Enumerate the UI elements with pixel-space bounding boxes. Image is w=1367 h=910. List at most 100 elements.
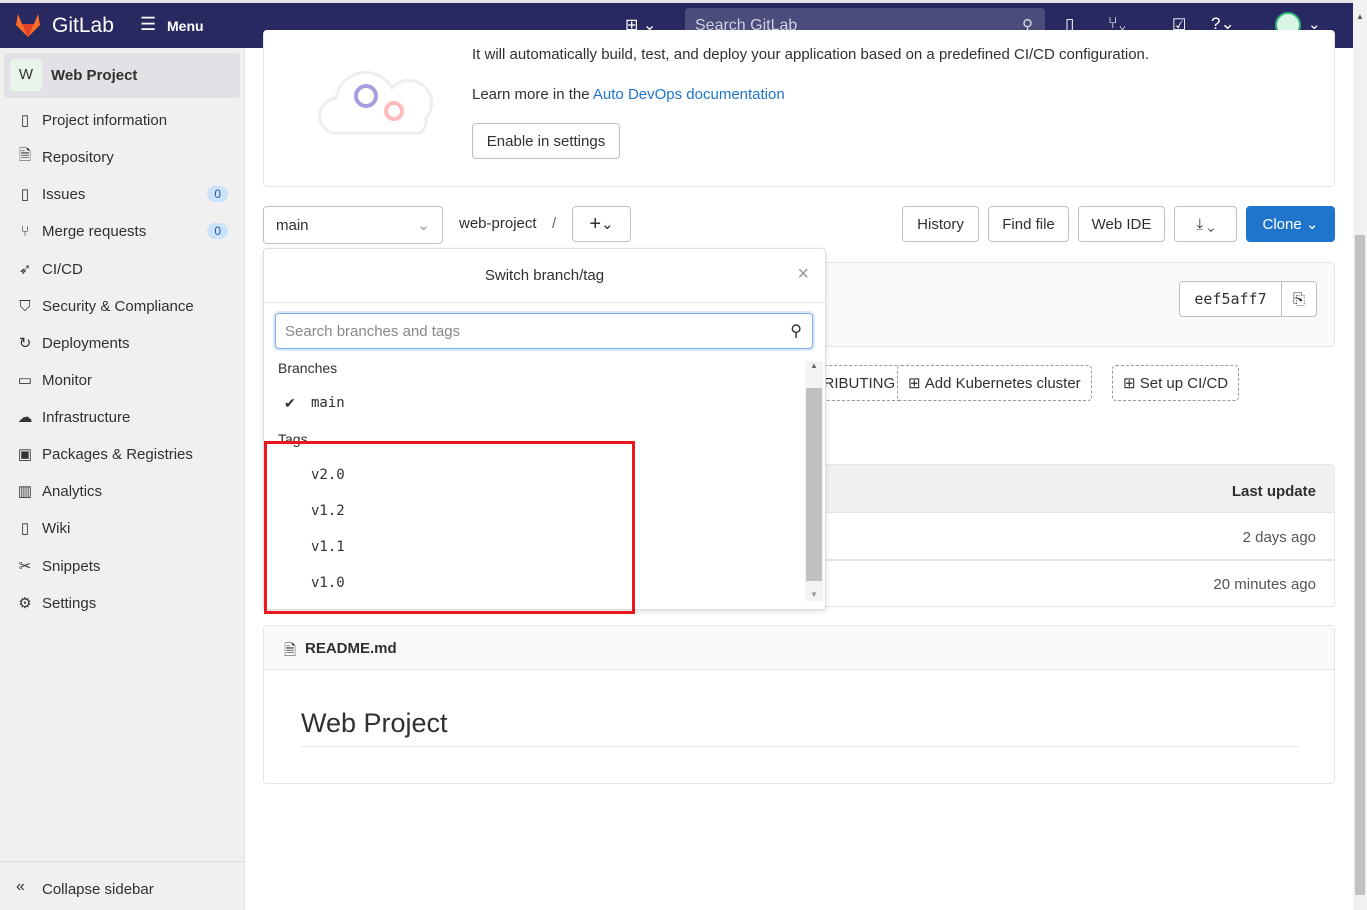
sidebar-item-label: Settings bbox=[42, 594, 97, 612]
branches-header: Branches bbox=[278, 360, 338, 376]
dropdown-scrollbar[interactable]: ▲ ▼ bbox=[805, 361, 823, 601]
autodevops-banner: It will automatically build, test, and d… bbox=[263, 30, 1335, 187]
rocket-icon: ➶ bbox=[18, 261, 32, 278]
sidebar-item-settings[interactable]: ⚙ Settings bbox=[0, 586, 245, 620]
table-row-date: 20 minutes ago bbox=[1213, 576, 1316, 593]
commit-sha[interactable]: eef5aff7 bbox=[1179, 281, 1282, 317]
page-scrollbar[interactable]: ▲ bbox=[1353, 0, 1367, 910]
scroll-down-icon[interactable]: ▼ bbox=[810, 590, 818, 599]
sidebar-item-ci-cd[interactable]: ➶ CI/CD bbox=[0, 252, 245, 286]
package-icon: ▣ bbox=[17, 446, 33, 463]
hamburger-icon[interactable]: ☰ bbox=[140, 14, 156, 35]
autodevops-docs-link[interactable]: Auto DevOps documentation bbox=[593, 86, 785, 103]
history-button[interactable]: History bbox=[902, 206, 979, 242]
sidebar-item-merge-requests[interactable]: ⑂ Merge requests 0 bbox=[0, 214, 245, 248]
sidebar-item-label: Wiki bbox=[42, 519, 71, 537]
branch-selector[interactable]: main ⌄ bbox=[263, 206, 443, 244]
readme-card: 🗎 README.md Web Project bbox=[263, 625, 1335, 784]
sidebar-item-label: Deployments bbox=[42, 334, 130, 352]
autodevops-text: It will automatically build, test, and d… bbox=[472, 46, 1150, 63]
branch-search-input[interactable]: Search branches and tags ⚲ bbox=[275, 313, 813, 349]
sidebar-item-label: Security & Compliance bbox=[42, 297, 194, 315]
setup-cicd-button[interactable]: ⊞ Set up CI/CD bbox=[1112, 365, 1240, 401]
table-row-date: 2 days ago bbox=[1242, 529, 1316, 546]
sidebar-item-label: Infrastructure bbox=[42, 408, 131, 426]
sidebar-item-label: Monitor bbox=[42, 371, 93, 389]
clone-dropdown[interactable]: Clone ⌄ bbox=[1246, 206, 1335, 242]
cicd-label: Set up CI/CD bbox=[1139, 374, 1229, 392]
enable-in-settings-button[interactable]: Enable in settings bbox=[472, 123, 620, 159]
close-icon[interactable]: × bbox=[797, 263, 809, 286]
file-icon: 🗎 bbox=[284, 642, 297, 659]
last-update-header: Last update bbox=[1231, 483, 1316, 500]
learn-more-text: Learn more in the Auto DevOps documentat… bbox=[472, 86, 785, 103]
plus-icon: + bbox=[589, 212, 602, 235]
menu-button[interactable]: Menu bbox=[167, 18, 204, 34]
sidebar-item-snippets[interactable]: ✂ Snippets bbox=[0, 549, 245, 583]
sidebar-item-infrastructure[interactable]: ☁ Infrastructure bbox=[0, 400, 245, 434]
plus-square-icon: ⊞ bbox=[908, 375, 925, 392]
sidebar-item-security-compliance[interactable]: ⛉ Security & Compliance bbox=[0, 289, 245, 323]
kubernetes-label: Add Kubernetes cluster bbox=[924, 374, 1081, 392]
readme-filename[interactable]: README.md bbox=[305, 640, 397, 657]
sidebar-project-header[interactable]: W Web Project bbox=[4, 53, 240, 98]
chart-icon: ▥ bbox=[17, 483, 33, 500]
web-ide-button[interactable]: Web IDE bbox=[1078, 206, 1165, 242]
sidebar-item-wiki[interactable]: ▯ Wiki bbox=[0, 511, 245, 545]
download-dropdown[interactable]: ⤓ ⌄ bbox=[1174, 206, 1237, 242]
sidebar-item-issues[interactable]: ▯ Issues 0 bbox=[0, 177, 245, 211]
clone-label: Clone bbox=[1262, 215, 1302, 233]
learn-more-prefix: Learn more in the bbox=[472, 86, 593, 103]
sidebar-item-packages-registries[interactable]: ▣ Packages & Registries bbox=[0, 437, 245, 471]
sidebar-item-label: Analytics bbox=[42, 482, 103, 500]
dropdown-title: Switch branch/tag bbox=[484, 267, 605, 284]
count-badge: 0 bbox=[207, 223, 228, 239]
scroll-up-icon[interactable]: ▲ bbox=[1356, 12, 1364, 21]
branch-selector-value: main bbox=[276, 216, 309, 234]
repo-path-link[interactable]: web-project bbox=[459, 215, 537, 232]
project-avatar: W bbox=[10, 59, 42, 91]
collapse-sidebar-button[interactable]: « Collapse sidebar bbox=[0, 861, 245, 910]
monitor-icon: ▭ bbox=[17, 372, 33, 389]
merge-request-icon: ⑂ bbox=[20, 222, 30, 240]
clipboard-icon: ⎘ bbox=[1292, 290, 1305, 308]
sidebar: W Web Project ▯ Project information 🗎 Repos… bbox=[0, 48, 245, 910]
sidebar-item-monitor[interactable]: ▭ Monitor bbox=[0, 363, 245, 397]
sidebar-item-label: Packages & Registries bbox=[42, 445, 193, 463]
scrollbar-thumb[interactable] bbox=[806, 388, 822, 581]
sidebar-item-label: Merge requests bbox=[42, 222, 147, 240]
chevron-down-icon: ⌄ bbox=[1305, 216, 1319, 233]
highlight-box bbox=[264, 441, 635, 614]
count-badge: 0 bbox=[207, 186, 228, 202]
find-file-button[interactable]: Find file bbox=[988, 206, 1069, 242]
deployments-icon: ↻ bbox=[18, 335, 32, 352]
sidebar-item-project-information[interactable]: ▯ Project information bbox=[0, 103, 245, 137]
scrollbar-thumb[interactable] bbox=[1355, 235, 1365, 895]
readme-title: Web Project bbox=[301, 708, 448, 738]
project-name: Web Project bbox=[51, 67, 138, 84]
search-icon: ⚲ bbox=[790, 323, 802, 340]
sidebar-item-deployments[interactable]: ↻ Deployments bbox=[0, 326, 245, 360]
path-separator: / bbox=[552, 215, 557, 232]
scroll-up-icon[interactable]: ▲ bbox=[810, 361, 818, 370]
info-doc-icon: ▯ bbox=[20, 112, 30, 129]
sidebar-item-label: Issues bbox=[42, 185, 86, 203]
sidebar-item-analytics[interactable]: ▥ Analytics bbox=[0, 474, 245, 508]
copy-sha-button[interactable]: ⎘ bbox=[1281, 281, 1317, 317]
add-kubernetes-cluster-button[interactable]: ⊞ Add Kubernetes cluster bbox=[897, 365, 1092, 401]
cloud-gears-illustration bbox=[318, 70, 434, 135]
shield-icon: ⛉ bbox=[19, 297, 31, 315]
collapse-label: Collapse sidebar bbox=[42, 881, 154, 898]
download-icon: ⤓ ⌄ bbox=[1196, 215, 1215, 233]
brand-name[interactable]: GitLab bbox=[52, 14, 114, 38]
gitlab-logo-icon[interactable] bbox=[14, 12, 42, 38]
branch-search-placeholder: Search branches and tags bbox=[285, 323, 461, 340]
issues-icon: ▯ bbox=[20, 186, 30, 203]
branch-item-main[interactable]: main bbox=[311, 395, 345, 411]
add-file-dropdown[interactable]: + ⌄ bbox=[572, 206, 631, 242]
sidebar-item-repository[interactable]: 🗎 Repository bbox=[0, 140, 245, 174]
cloud-gear-icon: ☁ bbox=[17, 409, 33, 426]
sidebar-item-label: CI/CD bbox=[42, 260, 83, 278]
check-icon: ✔ bbox=[284, 395, 296, 411]
sidebar-item-label: Project information bbox=[42, 111, 168, 129]
